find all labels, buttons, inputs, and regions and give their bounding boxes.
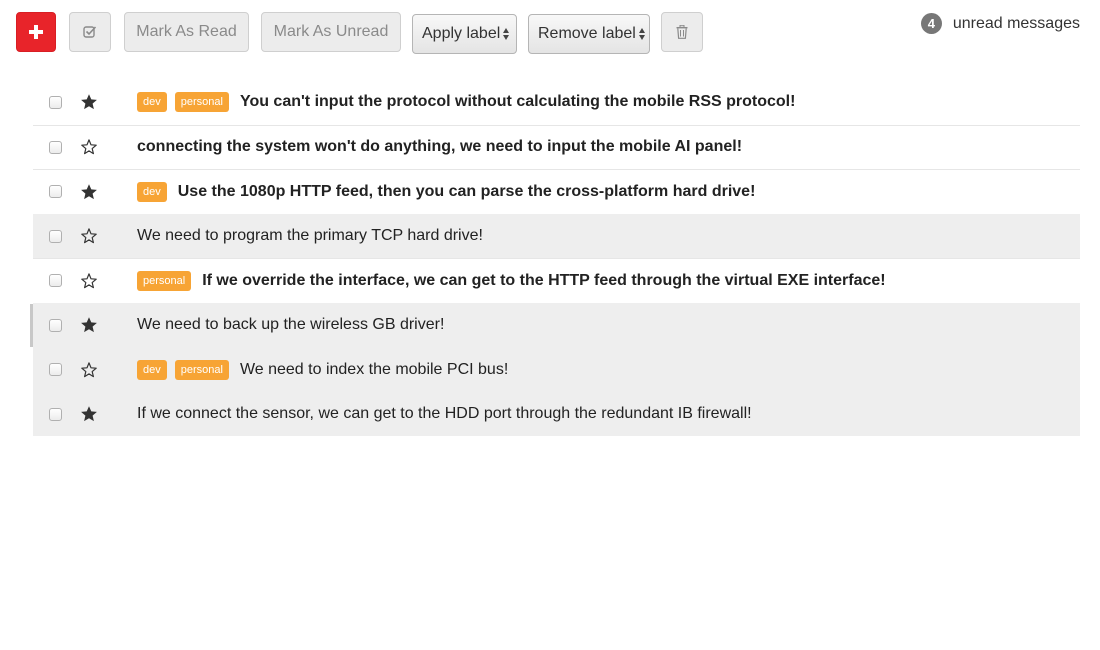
star-outline-icon[interactable] [80, 227, 98, 245]
message-content[interactable]: connecting the system won't do anything,… [137, 138, 1070, 156]
star-filled-icon[interactable] [80, 183, 98, 201]
message-row[interactable]: We need to program the primary TCP hard … [33, 213, 1080, 258]
message-row[interactable]: dev personal You can't input the protocol … [33, 80, 1080, 125]
message-label: dev [137, 359, 167, 380]
message-row[interactable]: personal If we override the interface, we… [33, 258, 1080, 303]
checkbox-check-icon [83, 26, 97, 38]
message-content[interactable]: personal If we override the interface, we… [137, 270, 1070, 291]
apply-label-text: Apply label [422, 25, 501, 42]
remove-label-text: Remove label [538, 25, 636, 42]
unread-counter: 4 unread messages [920, 13, 1080, 34]
message-row[interactable]: We need to back up the wireless GB drive… [30, 302, 1080, 347]
mark-as-unread-button[interactable]: Mark As Unread [261, 12, 401, 52]
message-checkbox[interactable] [49, 274, 62, 288]
mark-as-read-button[interactable]: Mark As Read [124, 12, 249, 52]
remove-label-select[interactable]: Remove label [528, 14, 650, 54]
message-content[interactable]: dev personal We need to index the mobile P… [137, 359, 1070, 380]
select-arrows-icon [503, 28, 510, 40]
message-label: dev [137, 92, 167, 113]
message-content[interactable]: We need to back up the wireless GB drive… [137, 316, 1070, 334]
message-content[interactable]: dev personal You can't input the protocol … [137, 92, 1070, 113]
select-arrows-icon [638, 28, 645, 40]
message-checkbox[interactable] [49, 140, 62, 154]
star-outline-icon[interactable] [80, 361, 98, 379]
message-content[interactable]: dev Use the 1080p HTTP feed, then you can… [137, 181, 1070, 202]
message-label: personal [174, 92, 229, 113]
message-checkbox[interactable] [49, 95, 62, 109]
plus-icon [29, 25, 43, 39]
message-row[interactable]: dev personal We need to index the mobile P… [33, 347, 1080, 392]
delete-button[interactable] [661, 12, 703, 52]
apply-label-select[interactable]: Apply label [412, 14, 517, 54]
trash-icon [676, 25, 688, 39]
message-subject[interactable]: We need to back up the wireless GB drive… [137, 316, 444, 334]
unread-count-badge: 4 [920, 13, 942, 34]
message-subject[interactable]: connecting the system won't do anything,… [137, 138, 742, 156]
message-subject[interactable]: We need to index the mobile PCI bus! [240, 361, 508, 379]
message-checkbox[interactable] [49, 363, 62, 377]
message-content[interactable]: If we connect the sensor, we can get to … [137, 405, 1070, 423]
message-checkbox[interactable] [49, 318, 62, 332]
message-label: dev [137, 181, 167, 202]
message-subject[interactable]: We need to program the primary TCP hard … [137, 227, 483, 245]
star-outline-icon[interactable] [80, 272, 98, 290]
message-label: personal [137, 270, 192, 291]
unread-count-text: unread messages [952, 14, 1080, 32]
message-row[interactable]: If we connect the sensor, we can get to … [33, 391, 1080, 436]
message-subject[interactable]: You can't input the protocol without cal… [240, 93, 796, 111]
message-row[interactable]: connecting the system won't do anything,… [33, 124, 1080, 169]
message-row[interactable]: dev Use the 1080p HTTP feed, then you can… [33, 169, 1080, 214]
message-checkbox[interactable] [49, 229, 62, 243]
message-checkbox[interactable] [49, 185, 62, 199]
message-checkbox[interactable] [49, 407, 62, 421]
star-outline-icon[interactable] [80, 138, 98, 156]
compose-button[interactable] [16, 12, 56, 52]
message-label: personal [174, 359, 229, 380]
star-filled-icon[interactable] [80, 316, 98, 334]
message-list: dev personal You can't input the protocol … [30, 80, 1080, 436]
star-filled-icon[interactable] [80, 93, 98, 111]
star-filled-icon[interactable] [80, 405, 98, 423]
message-subject[interactable]: If we override the interface, we can get… [202, 272, 885, 290]
message-subject[interactable]: Use the 1080p HTTP feed, then you can pa… [178, 183, 756, 201]
select-all-button[interactable] [69, 12, 111, 52]
message-subject[interactable]: If we connect the sensor, we can get to … [137, 405, 752, 423]
message-content[interactable]: We need to program the primary TCP hard … [137, 227, 1070, 245]
